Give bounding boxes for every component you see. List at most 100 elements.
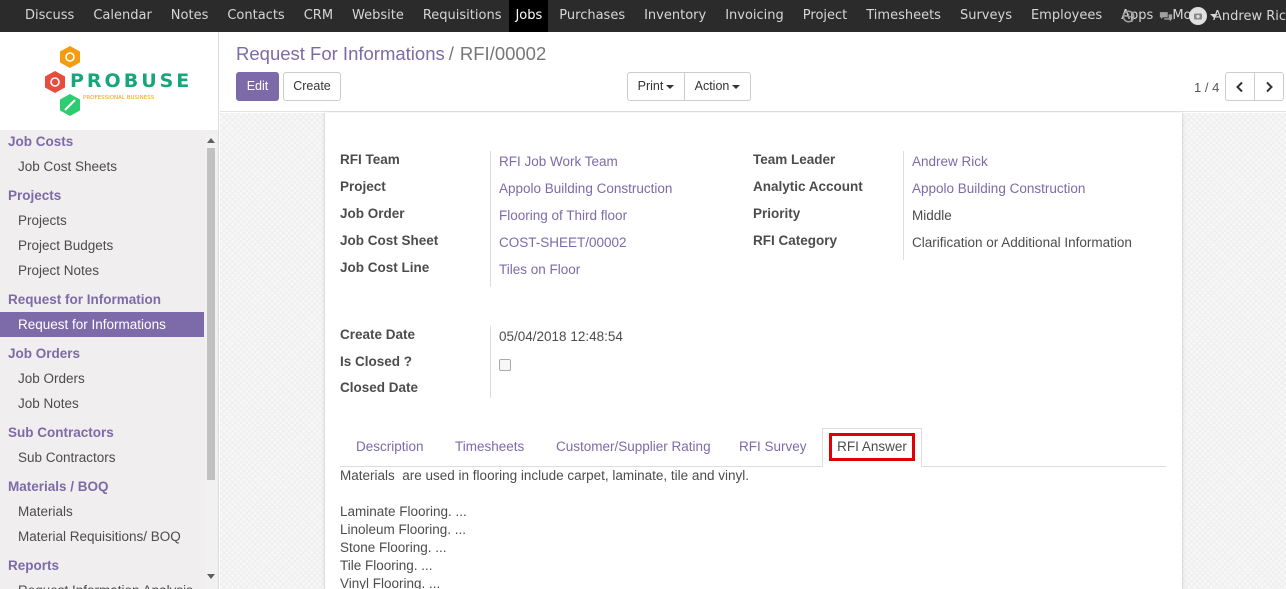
- field-divider: [490, 326, 491, 398]
- app-menu: Discuss Calendar Notes Contacts CRM Webs…: [0, 0, 1226, 32]
- breadcrumb-current: RFI/00002: [459, 43, 547, 64]
- sidebar-item-request-for-informations[interactable]: Request for Informations: [0, 312, 204, 337]
- tab-rfi-answer-label[interactable]: RFI Answer: [829, 433, 915, 461]
- field-value-rfi-category: Clarification or Additional Information: [912, 235, 1132, 250]
- sidebar-item-project-budgets[interactable]: Project Budgets: [0, 233, 204, 258]
- chevron-down-icon: [666, 84, 675, 89]
- menu-inventory[interactable]: Inventory: [633, 0, 714, 32]
- sidebar-section-sub-contractors: Sub Contractors: [8, 425, 114, 440]
- menu-timesheets[interactable]: Timesheets: [855, 0, 949, 32]
- field-label-rfi-team: RFI Team: [340, 152, 400, 167]
- field-label-team-leader: Team Leader: [753, 152, 836, 167]
- tab-description[interactable]: Description: [356, 428, 424, 466]
- sidebar-item-job-cost-sheets[interactable]: Job Cost Sheets: [0, 154, 204, 179]
- sidebar-item-projects[interactable]: Projects: [0, 208, 204, 233]
- answer-line: Materials are used in flooring include c…: [340, 468, 749, 483]
- sidebar-section-job-orders: Job Orders: [8, 346, 81, 361]
- field-label-project: Project: [340, 179, 386, 194]
- scroll-down-icon[interactable]: [207, 574, 215, 579]
- field-value-project[interactable]: Appolo Building Construction: [499, 181, 672, 196]
- sidebar-section-request-for-information: Request for Information: [8, 292, 162, 307]
- scrollbar-thumb[interactable]: [207, 148, 215, 480]
- field-label-job-cost-line: Job Cost Line: [340, 260, 430, 275]
- breadcrumb: Request For Informations / RFI/00002: [236, 43, 546, 65]
- menu-surveys[interactable]: Surveys: [949, 0, 1020, 32]
- menu-website[interactable]: Website: [341, 0, 412, 32]
- svg-text:PROBUSE: PROBUSE: [70, 70, 192, 92]
- menu-employees[interactable]: Employees: [1020, 0, 1110, 32]
- field-label-analytic-account: Analytic Account: [753, 179, 863, 194]
- menu-jobs[interactable]: Jobs: [509, 0, 549, 32]
- probuse-logo-icon: PROBUSE PROFESSIONAL BUSINESS: [45, 46, 192, 116]
- field-value-priority: Middle: [912, 208, 952, 223]
- chevron-left-icon: [1236, 81, 1243, 93]
- breadcrumb-separator: /: [448, 43, 454, 64]
- field-label-priority: Priority: [753, 206, 801, 221]
- field-value-rfi-team[interactable]: RFI Job Work Team: [499, 154, 618, 169]
- svg-text:PROFESSIONAL BUSINESS: PROFESSIONAL BUSINESS: [83, 95, 155, 101]
- user-menu[interactable]: Andrew Ric: [1189, 7, 1286, 25]
- chat-icon[interactable]: [1159, 9, 1173, 23]
- breadcrumb-parent[interactable]: Request For Informations: [236, 43, 445, 64]
- menu-crm[interactable]: CRM: [293, 0, 341, 32]
- scroll-up-icon[interactable]: [207, 138, 215, 143]
- sidebar-item-material-requisitions[interactable]: Material Requisitions/ BOQ: [0, 524, 204, 549]
- is-closed-checkbox[interactable]: [499, 359, 511, 371]
- answer-line: Vinyl Flooring. ...: [340, 576, 441, 589]
- menu-purchases[interactable]: Purchases: [548, 0, 633, 32]
- sidebar-item-sub-contractors[interactable]: Sub Contractors: [0, 445, 204, 470]
- sidebar-section-reports: Reports: [8, 558, 60, 573]
- tab-rfi-survey[interactable]: RFI Survey: [739, 428, 807, 466]
- field-value-job-order[interactable]: Flooring of Third floor: [499, 208, 627, 223]
- sidebar-item-job-orders[interactable]: Job Orders: [0, 366, 204, 391]
- rfi-answer-content: Materials are used in flooring include c…: [340, 467, 1160, 589]
- tab-customer-supplier-rating[interactable]: Customer/Supplier Rating: [556, 428, 711, 466]
- answer-line: Tile Flooring. ...: [340, 558, 433, 573]
- action-dropdown[interactable]: Action: [684, 72, 751, 101]
- create-button[interactable]: Create: [283, 72, 341, 101]
- pager-previous-button[interactable]: [1225, 72, 1255, 101]
- clock-icon[interactable]: [1121, 9, 1135, 23]
- chevron-right-icon: [1266, 81, 1273, 93]
- field-label-job-order: Job Order: [340, 206, 405, 221]
- pager-value[interactable]: 1 / 4: [1194, 80, 1219, 95]
- sidebar-item-project-notes[interactable]: Project Notes: [0, 258, 204, 283]
- action-label: Action: [694, 79, 730, 93]
- field-value-job-cost-sheet[interactable]: COST-SHEET/00002: [499, 235, 627, 250]
- menu-calendar[interactable]: Calendar: [82, 0, 159, 32]
- sidebar-section-projects: Projects: [8, 188, 62, 203]
- sidebar-item-materials[interactable]: Materials: [0, 499, 204, 524]
- field-label-rfi-category: RFI Category: [753, 233, 838, 248]
- field-value-create-date: 05/04/2018 12:48:54: [499, 329, 623, 344]
- menu-requisitions[interactable]: Requisitions: [412, 0, 510, 32]
- sidebar-item-rfi-analysis[interactable]: Request Information Analysis: [0, 578, 204, 589]
- sidebar-section-materials-boq: Materials / BOQ: [8, 479, 109, 494]
- sidebar: PROBUSE PROFESSIONAL BUSINESS Job Costs …: [0, 32, 219, 589]
- field-label-create-date: Create Date: [340, 327, 416, 342]
- field-label-job-cost-sheet: Job Cost Sheet: [340, 233, 439, 248]
- sidebar-item-job-notes[interactable]: Job Notes: [0, 391, 204, 416]
- menu-discuss[interactable]: Discuss: [14, 0, 82, 32]
- sidebar-scrollbar[interactable]: [205, 134, 217, 589]
- answer-line: [340, 485, 1160, 503]
- print-dropdown[interactable]: Print: [627, 72, 685, 101]
- print-label: Print: [637, 79, 664, 93]
- company-logo[interactable]: PROBUSE PROFESSIONAL BUSINESS: [0, 32, 218, 130]
- field-value-analytic-account[interactable]: Appolo Building Construction: [912, 181, 1085, 196]
- chevron-down-icon: [732, 84, 741, 89]
- tab-timesheets[interactable]: Timesheets: [455, 428, 524, 466]
- systray: Andrew Ric: [1109, 0, 1286, 32]
- field-value-team-leader[interactable]: Andrew Rick: [912, 154, 988, 169]
- control-panel: Request For Informations / RFI/00002 Edit …: [220, 32, 1286, 112]
- pager-next-button[interactable]: [1254, 72, 1284, 101]
- menu-invoicing[interactable]: Invoicing: [714, 0, 792, 32]
- answer-line: Stone Flooring. ...: [340, 540, 447, 555]
- avatar: [1189, 7, 1207, 25]
- edit-button[interactable]: Edit: [236, 72, 279, 101]
- menu-project[interactable]: Project: [792, 0, 855, 32]
- menu-contacts[interactable]: Contacts: [216, 0, 292, 32]
- field-divider: [903, 151, 904, 260]
- field-value-job-cost-line[interactable]: Tiles on Floor: [499, 262, 580, 277]
- menu-notes[interactable]: Notes: [160, 0, 217, 32]
- sidebar-section-job-costs: Job Costs: [8, 134, 74, 149]
